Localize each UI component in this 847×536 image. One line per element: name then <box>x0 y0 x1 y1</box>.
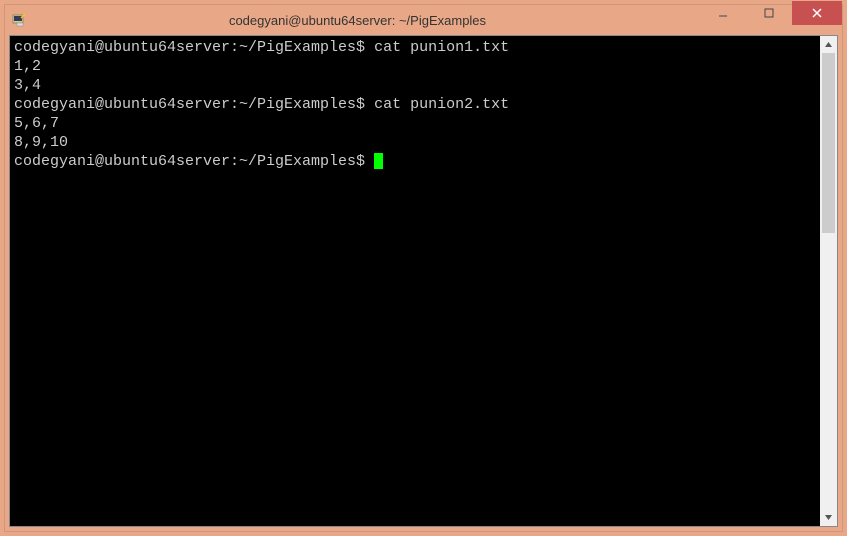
scroll-down-button[interactable] <box>820 509 837 526</box>
scroll-thumb[interactable] <box>822 53 835 233</box>
shell-output: 5,6,7 <box>14 115 59 132</box>
terminal-container: codegyani@ubuntu64server:~/PigExamples$ … <box>5 35 842 531</box>
application-window: codegyani@ubuntu64server: ~/PigExamples … <box>4 4 843 532</box>
window-controls <box>700 5 842 35</box>
shell-command: cat punion2.txt <box>374 96 509 113</box>
putty-icon <box>11 12 27 28</box>
terminal-line: 5,6,7 <box>14 114 816 133</box>
shell-output: 1,2 <box>14 58 41 75</box>
titlebar[interactable]: codegyani@ubuntu64server: ~/PigExamples <box>5 5 842 35</box>
terminal-line: 8,9,10 <box>14 133 816 152</box>
maximize-button[interactable] <box>746 1 792 25</box>
terminal[interactable]: codegyani@ubuntu64server:~/PigExamples$ … <box>10 36 820 526</box>
shell-prompt: codegyani@ubuntu64server:~/PigExamples$ <box>14 153 374 170</box>
cursor <box>374 153 383 169</box>
shell-prompt: codegyani@ubuntu64server:~/PigExamples$ <box>14 96 374 113</box>
minimize-button[interactable] <box>700 1 746 25</box>
terminal-line: 3,4 <box>14 76 816 95</box>
terminal-line: codegyani@ubuntu64server:~/PigExamples$ … <box>14 38 816 57</box>
vertical-scrollbar[interactable] <box>820 36 837 526</box>
shell-output: 8,9,10 <box>14 134 68 151</box>
shell-output: 3,4 <box>14 77 41 94</box>
scroll-up-button[interactable] <box>820 36 837 53</box>
close-button[interactable] <box>792 1 842 25</box>
terminal-line: codegyani@ubuntu64server:~/PigExamples$ <box>14 152 816 171</box>
shell-command: cat punion1.txt <box>374 39 509 56</box>
terminal-line: 1,2 <box>14 57 816 76</box>
window-title: codegyani@ubuntu64server: ~/PigExamples <box>35 13 700 28</box>
terminal-line: codegyani@ubuntu64server:~/PigExamples$ … <box>14 95 816 114</box>
scroll-track[interactable] <box>820 53 837 509</box>
terminal-outer: codegyani@ubuntu64server:~/PigExamples$ … <box>9 35 838 527</box>
shell-prompt: codegyani@ubuntu64server:~/PigExamples$ <box>14 39 374 56</box>
